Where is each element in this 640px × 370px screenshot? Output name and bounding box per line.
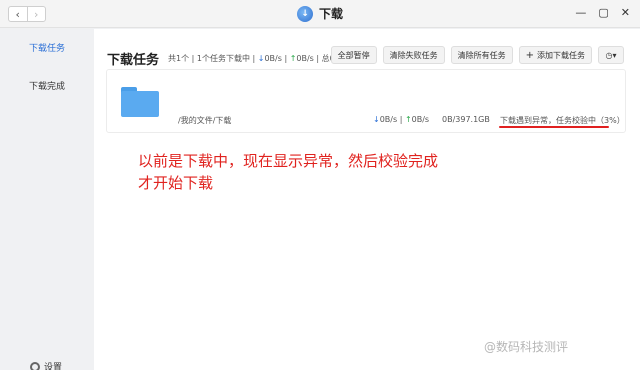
annotation-line-2: 才开始下载 <box>138 174 214 192</box>
watermark: @数码科技测评 <box>484 338 568 355</box>
title-bar: ‹ › ↓ 下载 — ▢ ✕ <box>0 0 640 28</box>
plus-icon: + <box>525 49 534 61</box>
annotation-text: 以前是下载中，现在显示异常，然后校验完成 才开始下载 <box>138 150 518 194</box>
task-stats: 共1个 | 1个任务下载中 | ↓0B/s | ↑0B/s | 总0B <box>168 53 340 64</box>
maximize-icon[interactable]: ▢ <box>598 6 608 19</box>
task-status: 下载遇到异常，任务校验中（3%） <box>500 116 625 125</box>
pause-all-button[interactable]: 全部暂停 <box>330 46 377 64</box>
sidebar: 下载任务 下载完成 设置 <box>0 29 94 370</box>
app-logo-icon: ↓ <box>296 5 313 22</box>
task-down-speed: 0B/s <box>379 115 398 124</box>
page-title: 下载任务 <box>107 53 160 68</box>
task-download-arrow-icon: ↓ <box>373 115 380 124</box>
sidebar-item-completed[interactable]: 下载完成 <box>0 79 94 92</box>
watermark-text: @数码科技测评 <box>484 340 569 354</box>
close-icon[interactable]: ✕ <box>621 6 630 19</box>
clock-icon: ◷▾ <box>605 50 617 60</box>
task-row[interactable]: /我的文件/下载 ↓0B/s | ↑0B/s 0B/397.1GB 下载遇到异常… <box>106 69 626 133</box>
task-path: /我的文件/下载 <box>178 116 232 125</box>
task-upload-arrow-icon: ↑ <box>404 115 412 124</box>
add-task-label: 添加下载任务 <box>537 50 585 60</box>
window-title: 下载 <box>318 7 343 21</box>
add-task-button[interactable]: + 添加下载任务 <box>518 46 592 64</box>
window-controls: — ▢ ✕ <box>575 6 630 19</box>
clear-failed-button[interactable]: 清除失败任务 <box>382 46 445 64</box>
history-dropdown-button[interactable]: ◷▾ <box>598 46 624 64</box>
folder-icon <box>121 87 159 117</box>
stats-total: 共1个 <box>168 54 190 63</box>
settings-button[interactable]: 设置 <box>30 360 62 370</box>
stats-downloading: 1个任务下载中 <box>196 54 250 63</box>
clear-all-button[interactable]: 清除所有任务 <box>450 46 513 64</box>
gear-icon <box>30 361 40 370</box>
annotation-underline <box>499 126 609 128</box>
task-size: 0B/397.1GB <box>442 115 490 124</box>
stats-up-speed: 0B/s <box>296 54 314 63</box>
task-speed: ↓0B/s | ↑0B/s <box>373 115 430 124</box>
main-panel: 下载任务 共1个 | 1个任务下载中 | ↓0B/s | ↑0B/s | 总0B… <box>94 29 640 370</box>
minimize-icon[interactable]: — <box>575 6 586 19</box>
settings-label: 设置 <box>44 363 63 370</box>
sidebar-item-downloading[interactable]: 下载任务 <box>0 41 94 54</box>
task-up-speed: 0B/s <box>411 115 430 124</box>
stats-down-speed: 0B/s <box>264 54 282 63</box>
toolbar: 全部暂停 清除失败任务 清除所有任务 + 添加下载任务 ◷▾ <box>330 46 624 64</box>
annotation-line-1: 以前是下载中，现在显示异常，然后校验完成 <box>138 152 439 170</box>
window-title-group: ↓ 下载 <box>0 5 640 22</box>
